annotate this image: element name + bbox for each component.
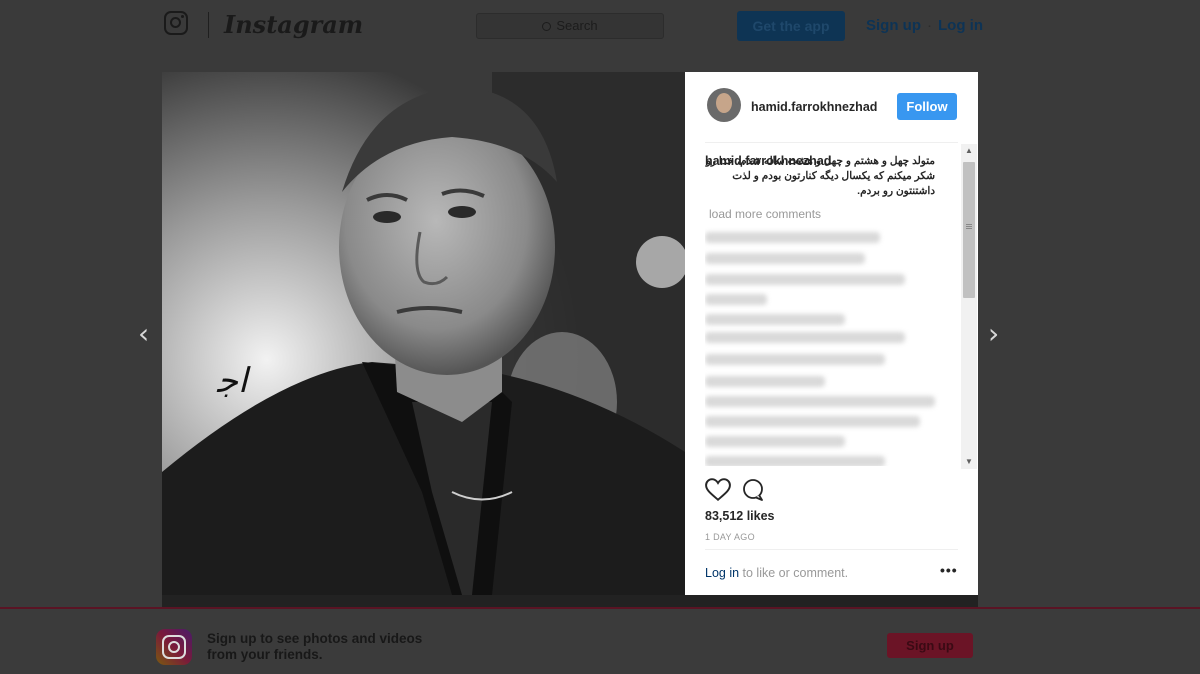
get-the-app-button[interactable]: Get the app — [737, 11, 845, 41]
comments-scrollbar[interactable]: ▲ ▼ — [961, 144, 977, 469]
blurred-comment — [705, 416, 920, 427]
signup-link[interactable]: Sign up — [866, 17, 921, 34]
load-more-comments-link[interactable]: load more comments — [709, 207, 821, 221]
caption-text: متولد چهل و هشتم و چهل و هشت ساله شدم، خ… — [705, 155, 935, 197]
signup-banner: Sign up to see photos and videos from yo… — [0, 607, 1200, 674]
comment-icon[interactable] — [741, 478, 765, 502]
post-timestamp: 1 DAY AGO — [705, 532, 755, 542]
scroll-down-arrow-icon[interactable]: ▼ — [961, 455, 977, 469]
follow-button[interactable]: Follow — [897, 93, 957, 120]
scroll-grip — [966, 224, 972, 225]
blurred-comment — [705, 332, 905, 343]
next-post-arrow[interactable]: › — [988, 320, 1002, 348]
search-input[interactable]: Search — [476, 13, 664, 39]
login-link[interactable]: Log in — [938, 17, 983, 34]
blurred-comment — [705, 354, 885, 365]
blurred-comment — [705, 274, 905, 285]
post-author-username[interactable]: hamid.farrokhnezhad — [751, 100, 877, 114]
post-photo[interactable]: ﺍﺟ — [162, 72, 685, 595]
post-detail-panel: hamid.farrokhnezhad Follow hamid.farrokh… — [685, 72, 978, 595]
previous-post-arrow[interactable]: ‹ — [138, 320, 152, 348]
blurred-comment — [705, 376, 825, 387]
portrait-image: ﺍﺟ — [162, 72, 685, 595]
auth-separator: · — [927, 17, 932, 34]
top-nav: Instagram Search Get the app Sign up · Log… — [0, 0, 1200, 52]
blurred-comment — [705, 294, 767, 305]
svg-text:ﺍﺟ: ﺍﺟ — [216, 361, 251, 401]
login-prompt: Log in to like or comment. — [705, 566, 848, 580]
blurred-comment — [705, 253, 865, 264]
blurred-comment — [705, 436, 845, 447]
comments-list[interactable]: hamid.farrokhnezhad متولد چهل و هشتم و چ… — [705, 150, 958, 466]
instagram-wordmark[interactable]: Instagram — [224, 10, 363, 39]
auth-links: Sign up · Log in — [866, 17, 983, 34]
avatar[interactable] — [707, 88, 741, 122]
nav-divider — [208, 12, 209, 38]
login-prompt-suffix: to like or comment. — [739, 566, 849, 580]
search-icon — [542, 22, 552, 31]
search-placeholder: Search — [556, 18, 598, 33]
footer-divider — [705, 549, 958, 550]
blurred-comment — [705, 396, 935, 407]
scroll-up-arrow-icon[interactable]: ▲ — [961, 144, 977, 158]
login-to-like-link[interactable]: Log in — [705, 566, 739, 580]
more-options-icon[interactable]: ••• — [940, 562, 958, 578]
signup-banner-text: Sign up to see photos and videos from yo… — [207, 631, 423, 662]
instagram-app-icon — [156, 629, 192, 665]
scrollbar-thumb[interactable] — [963, 162, 975, 298]
header-divider — [705, 142, 958, 143]
likes-count[interactable]: 83,512 likes — [705, 509, 775, 523]
blurred-comment — [705, 314, 845, 325]
instagram-camera-icon[interactable] — [164, 11, 188, 35]
blurred-comment — [705, 456, 885, 466]
blurred-comment — [705, 232, 880, 243]
heart-icon[interactable] — [705, 478, 731, 502]
banner-signup-button[interactable]: Sign up — [887, 633, 973, 658]
